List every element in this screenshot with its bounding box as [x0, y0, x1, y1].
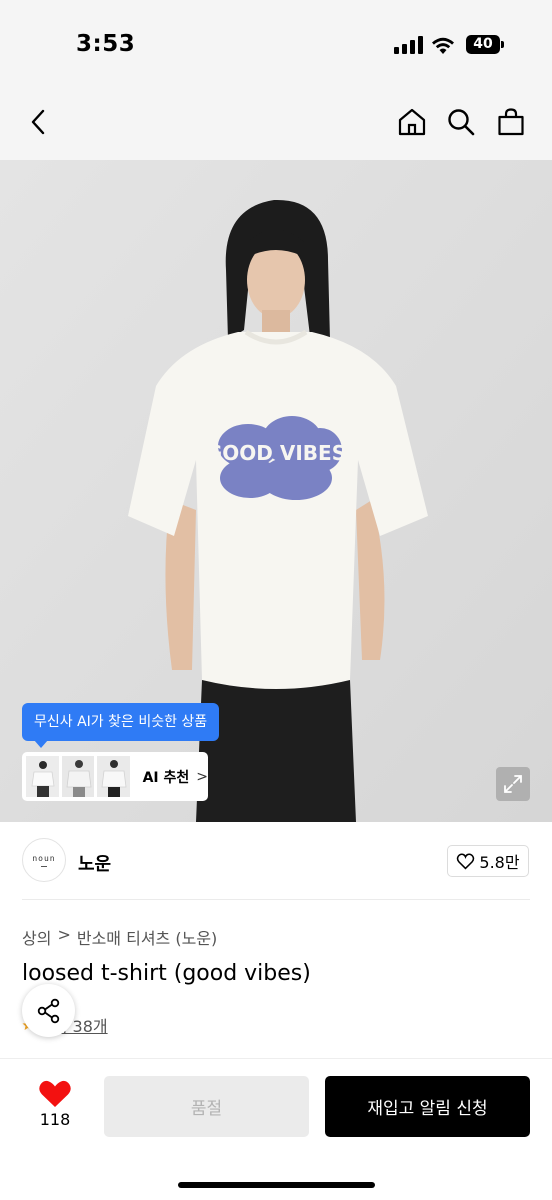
ai-thumbnail[interactable] [26, 756, 59, 797]
ai-thumbnail[interactable] [61, 756, 95, 797]
battery-icon: 40 [466, 35, 504, 54]
expand-icon[interactable] [496, 767, 530, 801]
chevron-right-icon: > [196, 768, 209, 785]
breadcrumb: 상의 > 반소매 티셔츠 (노운) [22, 925, 217, 949]
search-icon[interactable] [443, 104, 479, 140]
heart-outline-icon [457, 853, 475, 870]
ai-recommend-button[interactable]: AI 추천 > [22, 752, 208, 801]
home-icon[interactable] [394, 104, 430, 140]
shirt-print-text: GOOD VIBES [206, 441, 346, 465]
wishlist-count: 118 [39, 1110, 71, 1129]
ai-thumbnail[interactable] [97, 756, 130, 797]
battery-level: 40 [466, 35, 500, 54]
wishlist-heart-icon[interactable] [38, 1080, 72, 1108]
brand-row[interactable]: noun 노운 5.8만 [0, 822, 552, 902]
status-bar: 3:53 40 [0, 0, 552, 88]
wifi-icon [432, 37, 454, 54]
brand-like-button[interactable]: 5.8만 [447, 845, 529, 877]
brand-logo-text: noun [32, 853, 56, 863]
restock-alert-button[interactable]: 재입고 알림 신청 [325, 1076, 530, 1137]
shopping-bag-icon[interactable] [493, 104, 529, 140]
share-icon [37, 998, 59, 1023]
soldout-button[interactable]: 품절 [104, 1076, 309, 1137]
brand-name[interactable]: 노운 [78, 850, 111, 876]
back-icon[interactable] [20, 104, 56, 140]
status-time: 3:53 [76, 31, 136, 57]
home-indicator [178, 1182, 375, 1188]
ai-tooltip: 무신사 AI가 찾은 비슷한 상품 [22, 703, 220, 748]
breadcrumb-separator: > [57, 925, 71, 944]
ai-recommend-label: AI 추천 [142, 769, 190, 786]
signal-icon [394, 36, 424, 54]
nav-bar [0, 88, 552, 160]
divider [22, 899, 530, 900]
brand-logo[interactable]: noun [22, 838, 66, 882]
brand-like-count: 5.8만 [479, 853, 520, 872]
breadcrumb-item[interactable]: 상의 [22, 925, 51, 949]
product-title: loosed t-shirt (good vibes) [22, 961, 311, 986]
share-button[interactable] [22, 984, 75, 1037]
breadcrumb-item[interactable]: 반소매 티셔츠 (노운) [77, 925, 217, 949]
